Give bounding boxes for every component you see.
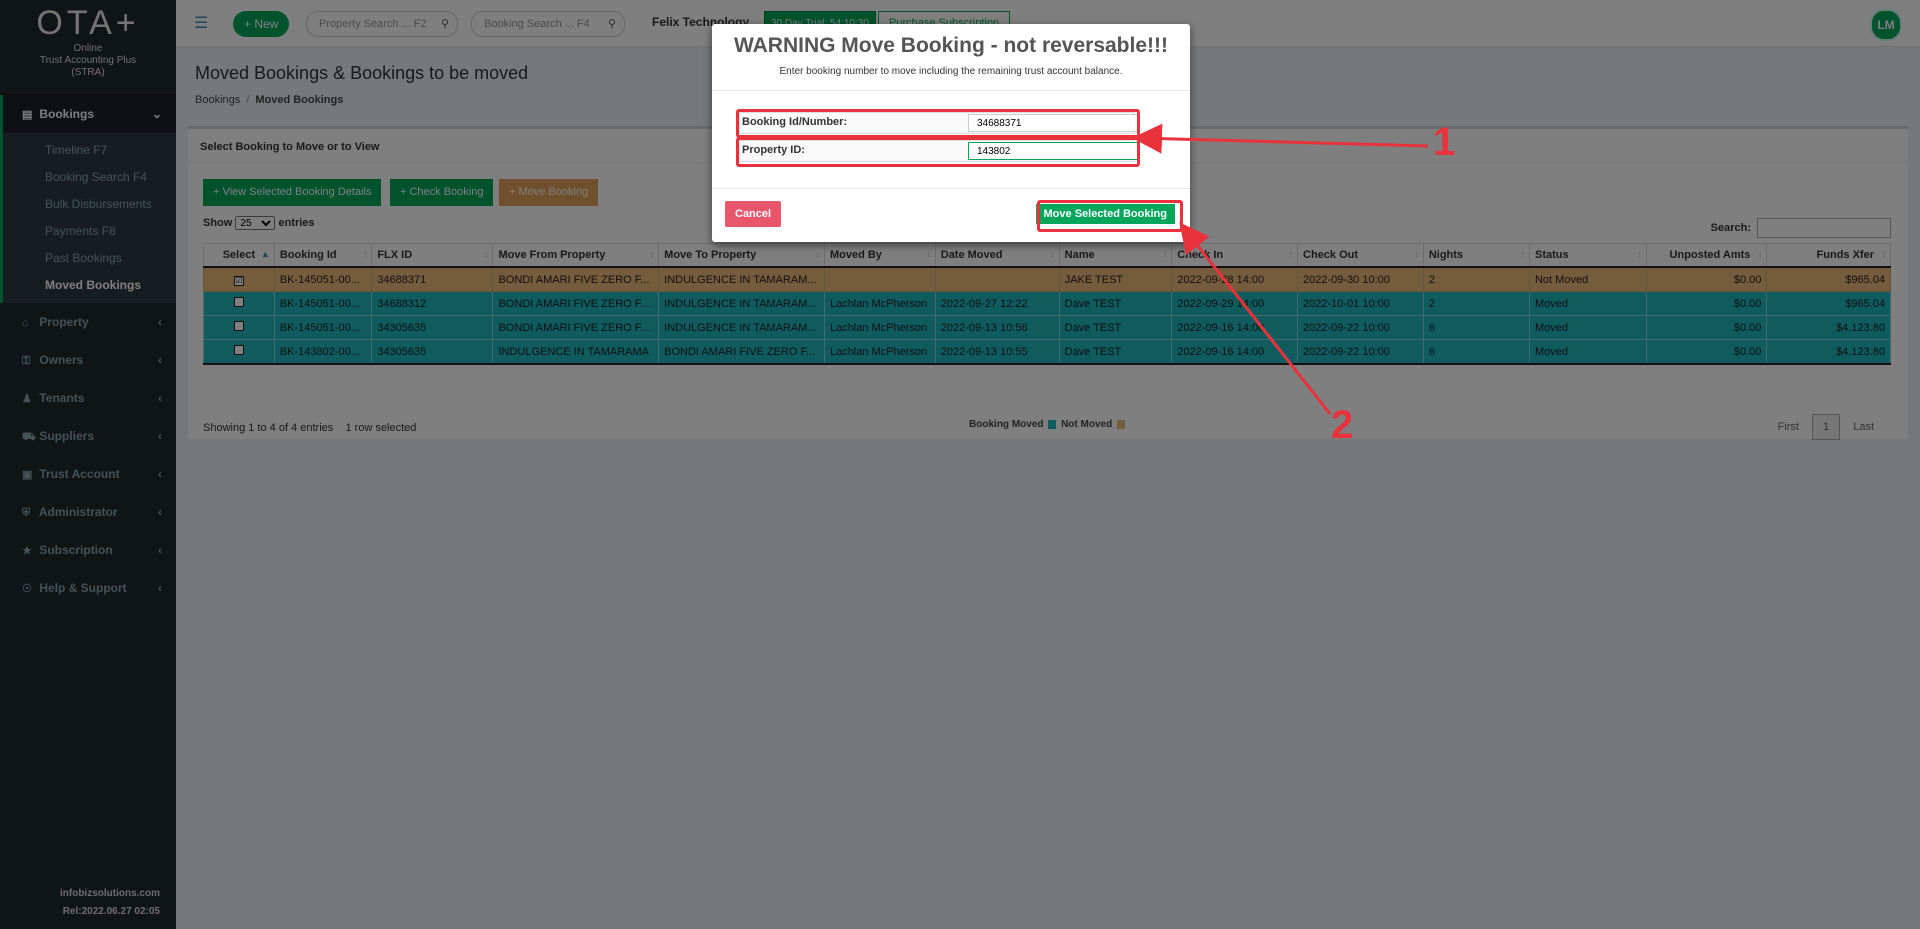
annotation-number-2: 2 bbox=[1331, 403, 1354, 447]
modal-subtitle: Enter booking number to move including t… bbox=[779, 66, 1123, 77]
modal-title: WARNING Move Booking - not reversable!!! bbox=[733, 34, 1169, 57]
highlight-move-button bbox=[1037, 200, 1183, 232]
annotation-number-1: 1 bbox=[1433, 120, 1456, 164]
highlight-property-id bbox=[736, 137, 1140, 167]
divider bbox=[712, 90, 1190, 91]
highlight-booking-id bbox=[736, 109, 1140, 138]
divider bbox=[712, 188, 1190, 189]
cancel-button[interactable]: Cancel bbox=[725, 201, 782, 227]
